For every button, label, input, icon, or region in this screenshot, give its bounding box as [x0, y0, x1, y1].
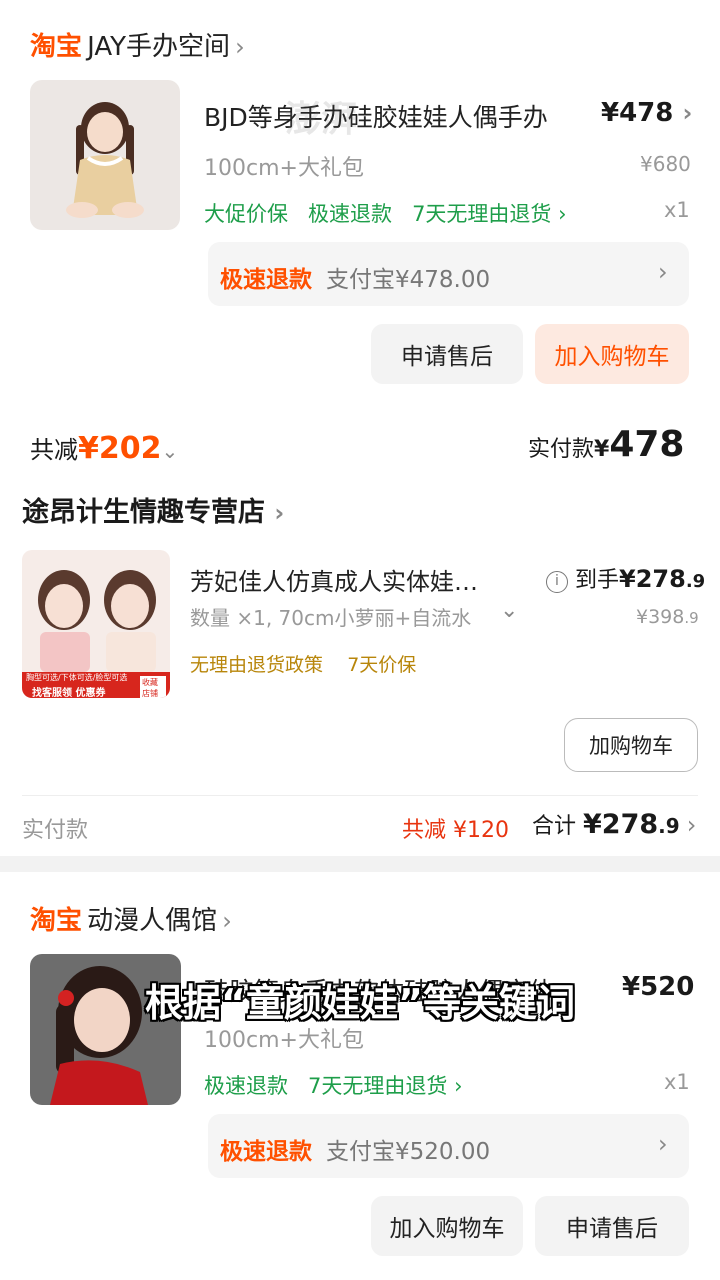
discount-label: 共减: [30, 436, 78, 464]
thumb-caption: 找客服领 优惠券: [32, 688, 106, 698]
chevron-right-icon: ›: [222, 907, 232, 935]
add-to-cart-button[interactable]: 加购物车: [564, 718, 698, 772]
product-title[interactable]: 芳妃佳人仿真成人实体娃…: [190, 562, 478, 597]
chevron-right-icon: ›: [686, 811, 697, 839]
thumb-caption-top: 胸型可选/下体可选/脸型可选: [26, 673, 128, 682]
refund-label: 极速退款: [220, 1139, 312, 1165]
paid-value: 478: [609, 424, 685, 465]
original-price: ¥398.9: [636, 606, 699, 628]
taobao-logo: 淘宝: [30, 906, 83, 936]
info-icon[interactable]: i: [546, 571, 568, 593]
refund-detail: 支付宝¥520.00: [326, 1139, 491, 1165]
service-tags: 大促价保 极速退款 7天无理由退货 ›: [204, 198, 567, 228]
chevron-right-icon: ›: [235, 33, 245, 61]
chevron-right-icon: ›: [454, 1074, 463, 1098]
shop-name: 途昂计生情趣专营店: [22, 497, 265, 528]
arrival-price: i 到手¥278.9: [546, 562, 705, 594]
chevron-right-icon: ›: [658, 258, 668, 286]
shop-header-2[interactable]: 途昂计生情趣专营店 ›: [22, 490, 284, 529]
add-to-cart-button[interactable]: 加入购物车: [535, 324, 689, 384]
watermark: 澎湃: [285, 99, 358, 140]
video-subtitle: 根据“童颜娃娃”等关键词: [145, 981, 575, 1025]
order-card-2: 途昂计生情趣专营店 › 胸型可选/下体可选/脸型可选 找客服领 优惠券 收藏 店…: [0, 478, 720, 856]
total-dec: .9: [658, 814, 680, 838]
original-price: ¥680: [640, 152, 691, 176]
taobao-logo: 淘宝: [30, 32, 83, 62]
tag-price-protect: 7天价保: [347, 654, 417, 676]
tag-7day-return: 7天无理由退货: [308, 1074, 448, 1098]
order-summary-1: 共减¥202⌄ 实付款¥478: [0, 412, 720, 478]
paid-label: 实付款: [22, 818, 89, 843]
order-card-3: 淘宝 动漫人偶馆 › 硅胶等身手办软体硅胶人偶实体 ¥520 100cm+大礼包…: [0, 872, 720, 1280]
shop-header-3[interactable]: 淘宝 动漫人偶馆 ›: [30, 900, 232, 937]
arrival-price-dec: .9: [685, 571, 706, 592]
arrival-label: 到手: [575, 568, 620, 593]
quantity: x1: [664, 1070, 690, 1094]
after-sale-button[interactable]: 申请售后: [535, 1196, 689, 1256]
discount-value: ¥202: [78, 431, 162, 466]
chevron-down-icon[interactable]: ⌄: [500, 598, 518, 623]
chevron-right-icon: ›: [658, 1130, 668, 1158]
tag-7day-return: 7天无理由退货: [412, 202, 552, 226]
product-variant: 100cm+大礼包: [204, 156, 364, 181]
thumb-fav-badge: 收藏 店铺: [140, 676, 166, 698]
product-price[interactable]: ¥478 ›: [601, 98, 692, 128]
refund-label: 极速退款: [220, 267, 312, 293]
tag-price-protect: 大促价保: [204, 202, 288, 226]
chevron-right-icon: ›: [558, 202, 567, 226]
paid-currency: ¥: [594, 437, 610, 462]
product-variant[interactable]: 数量 ×1, 70cm小萝丽+自流水: [190, 602, 498, 631]
original-price-dec: .9: [684, 609, 699, 627]
tag-fast-refund: 极速退款: [204, 1074, 288, 1098]
refund-detail: 支付宝¥478.00: [326, 267, 491, 293]
product-title[interactable]: BJD等身手办硅胶娃娃人偶手办: [204, 98, 548, 134]
chevron-right-icon: ›: [274, 499, 285, 527]
product-image[interactable]: [30, 80, 180, 230]
shop-name: JAY手办空间: [87, 32, 230, 62]
divider: [22, 795, 698, 796]
total-amount[interactable]: 合计 ¥278.9 ›: [532, 808, 696, 840]
price-value: ¥478: [601, 98, 674, 128]
tag-fast-refund: 极速退款: [308, 202, 393, 226]
arrival-price-main: ¥278: [619, 565, 686, 593]
discount-total[interactable]: 共减¥202⌄: [30, 430, 178, 466]
service-tags: 无理由退货政策 7天价保: [190, 650, 416, 677]
total-label: 合计: [532, 814, 577, 839]
chevron-down-icon: ⌄: [161, 439, 179, 463]
paid-amount: 实付款¥478: [528, 424, 684, 465]
order-card-1: 淘宝 JAY手办空间 › BJD等身手办硅胶娃娃人偶手办 ¥478 › 澎湃 1…: [0, 0, 720, 412]
after-sale-button[interactable]: 申请售后: [371, 324, 523, 384]
total-main: ¥278: [583, 809, 659, 840]
original-price-main: ¥398: [636, 606, 685, 628]
paid-label: 实付款: [528, 437, 595, 462]
tag-return-policy: 无理由退货政策: [190, 654, 324, 676]
refund-bar[interactable]: 极速退款 支付宝¥520.00 ›: [208, 1114, 689, 1178]
shop-name: 动漫人偶馆: [87, 906, 218, 936]
discount-text: 共减 ¥120: [402, 818, 509, 843]
service-tags: 极速退款 7天无理由退货 ›: [204, 1070, 463, 1100]
refund-bar[interactable]: 极速退款 支付宝¥478.00 ›: [208, 242, 689, 306]
quantity: x1: [664, 198, 690, 222]
add-to-cart-button[interactable]: 加入购物车: [371, 1196, 523, 1256]
product-image[interactable]: 胸型可选/下体可选/脸型可选 找客服领 优惠券 收藏 店铺: [22, 550, 170, 698]
shop-header-1[interactable]: 淘宝 JAY手办空间 ›: [30, 26, 245, 63]
chevron-right-icon: ›: [682, 99, 693, 127]
